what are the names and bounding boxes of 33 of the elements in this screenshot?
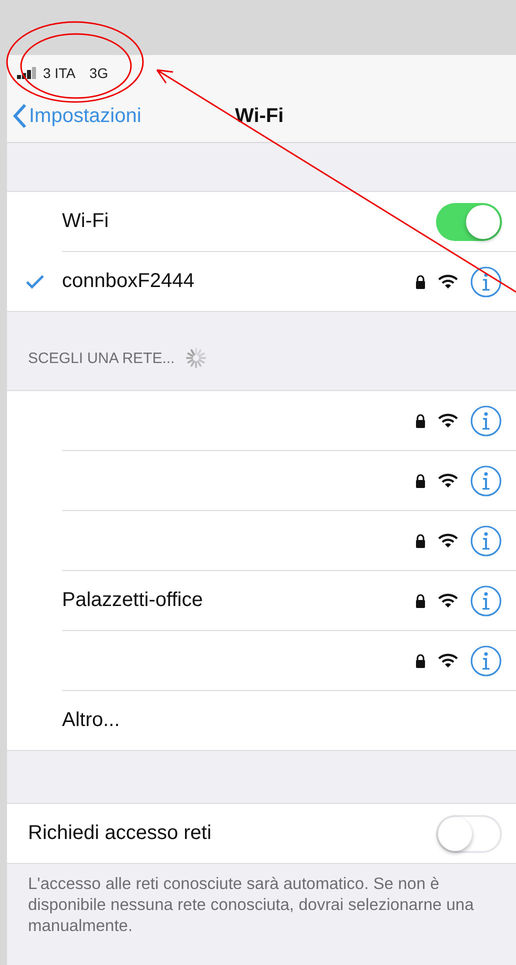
wifi-label: Wi-Fi xyxy=(62,210,110,233)
network-name[interactable]: Palazzetti-office xyxy=(62,589,203,611)
lock-icon xyxy=(415,274,426,288)
wifi-signal-icon xyxy=(438,533,458,548)
chevron-left-icon xyxy=(13,103,27,129)
wifi-signal-icon xyxy=(438,274,458,289)
info-button[interactable] xyxy=(470,404,502,436)
network-type: 3G xyxy=(89,64,108,80)
lock-icon xyxy=(415,594,426,608)
toggle-switch[interactable] xyxy=(436,202,502,240)
footer-note: L'accesso alle reti conosciute sarà automatico. Se non è disponibile nessuna rete conosciuta, dovrai selezionarne una manualmente. xyxy=(27,874,475,937)
lock-icon xyxy=(415,414,426,428)
info-button[interactable] xyxy=(470,464,502,496)
toggle-switch[interactable] xyxy=(436,814,502,852)
wifi-signal-icon xyxy=(438,593,458,608)
wifi-signal-icon xyxy=(438,413,458,428)
lock-icon xyxy=(415,474,426,488)
wifi-signal-icon xyxy=(438,473,458,488)
lock-icon xyxy=(415,534,426,548)
info-button[interactable] xyxy=(470,584,502,616)
wifi-signal-icon xyxy=(438,653,458,668)
loading-spinner-icon xyxy=(184,347,207,369)
info-button[interactable] xyxy=(470,266,502,298)
info-button[interactable] xyxy=(470,524,502,556)
ask-to-join-label: Richiedi accesso reti xyxy=(28,822,212,845)
info-button[interactable] xyxy=(470,644,502,676)
section-header: SCEGLI UNA RETE... xyxy=(28,350,175,366)
lock-icon xyxy=(415,654,426,668)
page-title: Wi-Fi xyxy=(235,104,284,128)
other-network-item[interactable]: Altro... xyxy=(62,709,120,732)
signal-bars-icon xyxy=(17,66,39,78)
network-name[interactable]: connboxF2444 xyxy=(62,270,415,293)
carrier-name: 3 ITA xyxy=(43,64,76,80)
